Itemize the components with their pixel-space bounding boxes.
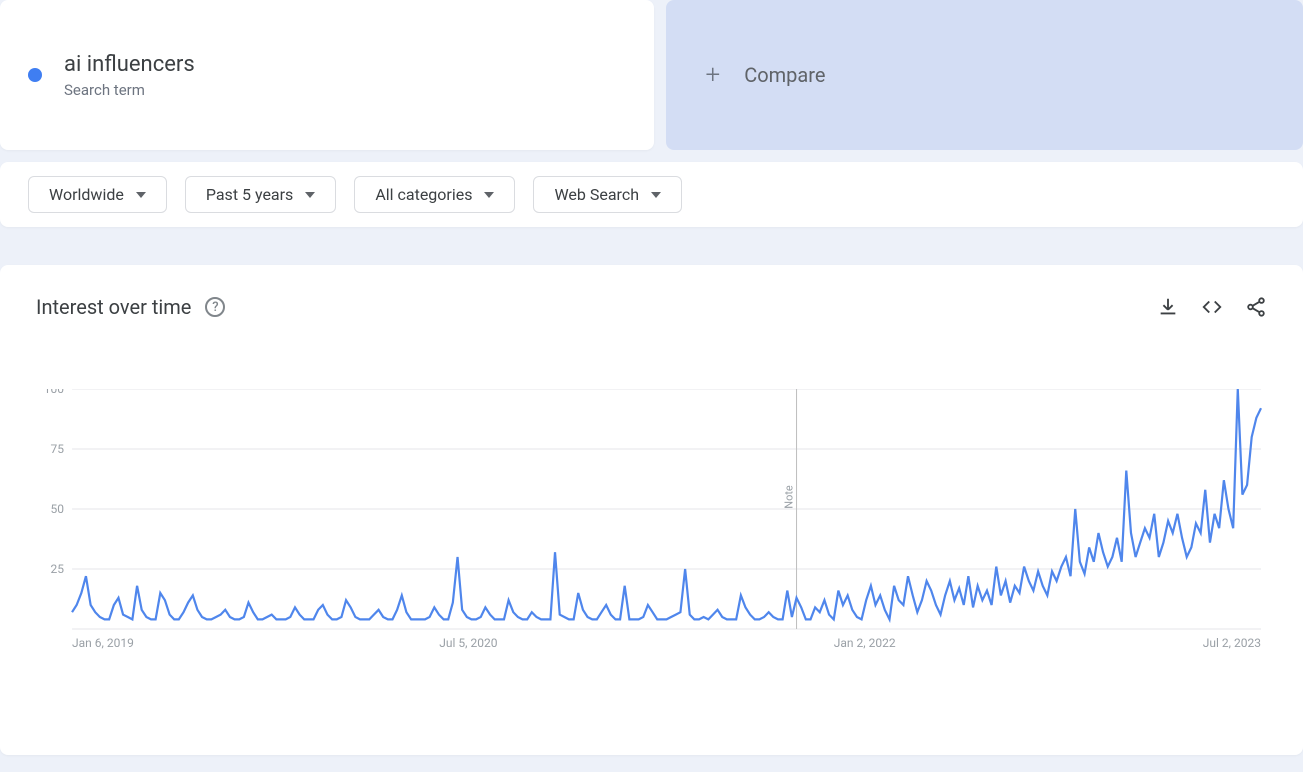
compare-label: Compare	[744, 63, 825, 87]
timeframe-filter-label: Past 5 years	[206, 185, 293, 204]
svg-text:25: 25	[51, 562, 65, 576]
chevron-down-icon	[651, 192, 661, 198]
region-filter[interactable]: Worldwide	[28, 176, 167, 213]
chevron-down-icon	[484, 192, 494, 198]
share-icon[interactable]	[1245, 296, 1267, 318]
svg-text:Jan 2, 2022: Jan 2, 2022	[834, 636, 896, 650]
interest-over-time-card: Interest over time ? 100 75 50 25 Jan 6, 201…	[0, 265, 1303, 755]
search-term-subtitle: Search term	[64, 81, 195, 99]
svg-text:100: 100	[44, 389, 64, 396]
plus-icon: +	[706, 60, 721, 90]
timeframe-filter[interactable]: Past 5 years	[185, 176, 336, 213]
svg-text:50: 50	[51, 502, 65, 516]
svg-text:Jul 2, 2023: Jul 2, 2023	[1203, 636, 1261, 650]
line-chart-svg: 100 75 50 25 Jan 6, 2019 Jul 5, 2020 Jan 2, 20…	[36, 389, 1267, 659]
region-filter-label: Worldwide	[49, 185, 124, 204]
svg-text:Jan 6, 2019: Jan 6, 2019	[72, 636, 134, 650]
svg-text:Jul 5, 2020: Jul 5, 2020	[439, 636, 497, 650]
search-term-text: ai influencers	[64, 52, 195, 77]
series-color-dot	[28, 68, 42, 82]
download-icon[interactable]	[1157, 296, 1179, 318]
chevron-down-icon	[136, 192, 146, 198]
search-type-filter[interactable]: Web Search	[533, 176, 682, 213]
category-filter[interactable]: All categories	[354, 176, 515, 213]
embed-icon[interactable]	[1201, 296, 1223, 318]
search-type-filter-label: Web Search	[554, 185, 639, 204]
chart-plot-area: 100 75 50 25 Jan 6, 2019 Jul 5, 2020 Jan 2, 20…	[36, 389, 1267, 659]
chart-title: Interest over time	[36, 295, 191, 319]
chevron-down-icon	[305, 192, 315, 198]
search-term-card[interactable]: ai influencers Search term	[0, 0, 654, 150]
svg-text:Note: Note	[783, 485, 796, 509]
filters-bar: Worldwide Past 5 years All categories We…	[0, 162, 1303, 227]
svg-text:75: 75	[51, 442, 65, 456]
compare-button[interactable]: + Compare	[666, 0, 1303, 150]
category-filter-label: All categories	[375, 185, 472, 204]
help-icon[interactable]: ?	[205, 297, 225, 317]
